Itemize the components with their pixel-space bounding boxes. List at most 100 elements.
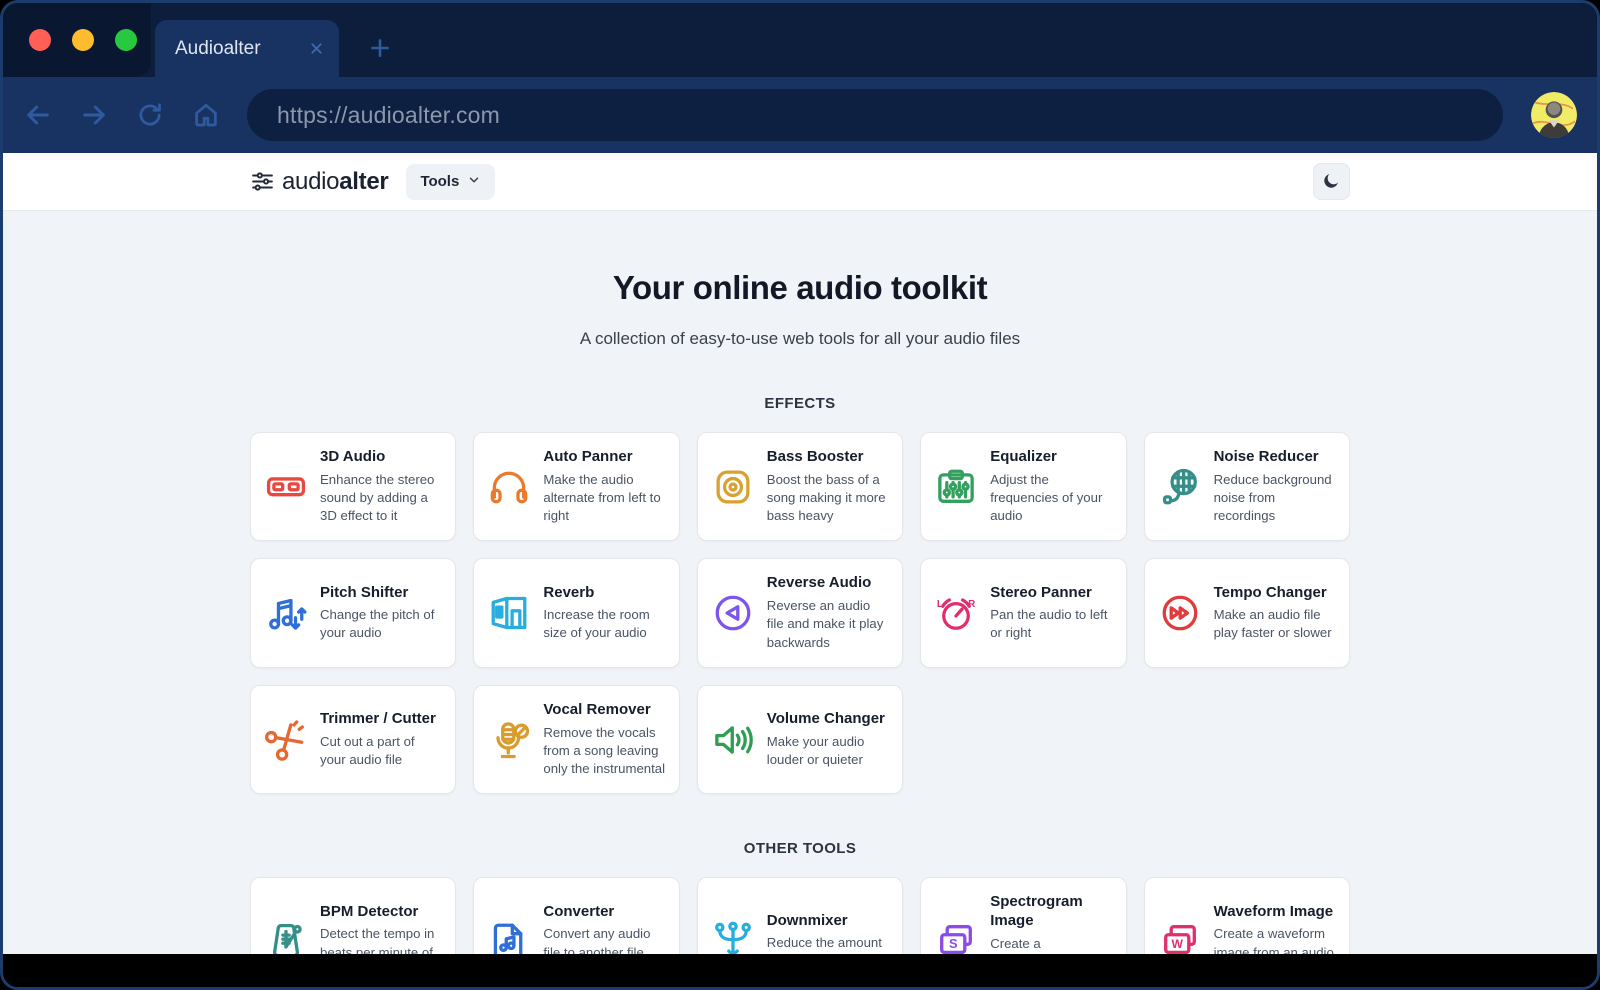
- merge-arrows-icon: [711, 919, 755, 954]
- tool-title: Spectrogram Image: [990, 893, 1112, 931]
- tool-card-pitch-shifter[interactable]: Pitch Shifter Change the pitch of your au…: [250, 558, 456, 667]
- speaker-waves-icon: [711, 718, 755, 762]
- profile-avatar[interactable]: [1531, 92, 1577, 138]
- tool-description: Create a waveform image from an audio fi…: [1214, 925, 1336, 954]
- headphones-icon: [487, 465, 531, 509]
- tool-card-reverb[interactable]: Reverb Increase the room size of your aud…: [473, 558, 679, 667]
- page-title: Your online audio toolkit: [3, 269, 1597, 307]
- svg-text:W: W: [1171, 937, 1183, 951]
- tab-bar: Audioalter: [3, 3, 1597, 77]
- web-page: audioalter Tools Your online audio toolk…: [3, 153, 1597, 954]
- effects-grid: 3D Audio Enhance the stereo sound by addi…: [250, 432, 1350, 794]
- minimize-window-button[interactable]: [72, 29, 94, 51]
- tool-title: Auto Panner: [543, 448, 665, 467]
- tool-card-3d-audio[interactable]: 3D Audio Enhance the stereo sound by addi…: [250, 432, 456, 541]
- tool-description: Convert any audio file to another file f…: [543, 925, 665, 954]
- tool-title: Pitch Shifter: [320, 584, 442, 603]
- tool-title: 3D Audio: [320, 448, 442, 467]
- site-logo[interactable]: audioalter: [250, 168, 388, 196]
- new-tab-icon[interactable]: [367, 35, 393, 61]
- site-header: audioalter Tools: [3, 153, 1597, 211]
- browser-tab[interactable]: Audioalter: [155, 20, 339, 77]
- tools-menu-button[interactable]: Tools: [406, 164, 495, 200]
- tool-card-noise-reducer[interactable]: Noise Reducer Reduce background noise fro…: [1144, 432, 1350, 541]
- glasses-3d-icon: [264, 465, 308, 509]
- frames-w-icon: W: [1158, 919, 1202, 954]
- scissors-icon: [264, 718, 308, 762]
- section-label-other-tools: OTHER TOOLS: [3, 840, 1597, 857]
- window-controls: [3, 3, 151, 77]
- frames-s-icon: S: [934, 919, 978, 954]
- reverse-circle-icon: [711, 591, 755, 635]
- tool-title: Trimmer / Cutter: [320, 710, 442, 729]
- tab-close-icon[interactable]: [308, 40, 325, 57]
- tool-title: Bass Booster: [767, 448, 889, 467]
- hero: Your online audio toolkit A collection o…: [3, 211, 1597, 349]
- stereo-knob-icon: LR: [934, 591, 978, 635]
- tool-card-spectrogram-image[interactable]: S Spectrogram Image Create a spectrogram i…: [920, 877, 1126, 954]
- tool-card-auto-panner[interactable]: Auto PannerMake the audio alternate from…: [473, 432, 679, 541]
- tool-card-tempo-changer[interactable]: Tempo ChangerMake an audio file play fas…: [1144, 558, 1350, 667]
- music-note-arrows-icon: [264, 591, 308, 635]
- forward-icon[interactable]: [77, 98, 111, 132]
- tab-title: Audioalter: [175, 38, 296, 60]
- tool-description: Enhance the stereo sound by adding a 3D …: [320, 471, 442, 526]
- tool-description: Remove the vocals from a song leaving on…: [543, 724, 665, 779]
- tool-title: Noise Reducer: [1214, 448, 1336, 467]
- tool-card-waveform-image[interactable]: W Waveform Image Create a waveform image f…: [1144, 877, 1350, 954]
- tool-card-converter[interactable]: Converter Convert any audio file to anoth…: [473, 877, 679, 954]
- tool-title: Converter: [543, 903, 665, 922]
- tool-description: Pan the audio to left or right: [990, 606, 1112, 642]
- tool-description: Increase the room size of your audio: [543, 606, 665, 642]
- back-icon[interactable]: [21, 98, 55, 132]
- tool-title: Volume Changer: [767, 710, 889, 729]
- tool-card-volume-changer[interactable]: Volume ChangerMake your audio louder or …: [697, 685, 903, 794]
- svg-text:L: L: [937, 599, 943, 610]
- tool-card-trimmer-cutter[interactable]: Trimmer / Cutter Cut out a part of your a…: [250, 685, 456, 794]
- microphone-off-icon: [487, 718, 531, 762]
- tool-description: Reduce the amount of audio channels: [767, 934, 889, 954]
- tool-title: Vocal Remover: [543, 701, 665, 720]
- browser-toolbar: https://audioalter.com: [3, 77, 1597, 153]
- tool-title: BPM Detector: [320, 903, 442, 922]
- tool-description: Detect the tempo in beats per minute of …: [320, 925, 442, 954]
- tool-description: Create a spectrogram image from an audio…: [990, 935, 1112, 954]
- home-icon[interactable]: [189, 98, 223, 132]
- tool-card-bpm-detector[interactable]: BPM Detector Detect the tempo in beats pe…: [250, 877, 456, 954]
- tool-card-equalizer[interactable]: EqualizerAdjust the frequencies of your …: [920, 432, 1126, 541]
- bass-speaker-icon: [711, 465, 755, 509]
- noise-microphone-icon: [1158, 465, 1202, 509]
- metronome-icon: [264, 919, 308, 954]
- reload-icon[interactable]: [133, 98, 167, 132]
- close-window-button[interactable]: [29, 29, 51, 51]
- tool-card-reverse-audio[interactable]: Reverse AudioReverse an audio file and m…: [697, 558, 903, 667]
- browser-window: Audioalter https://audioalter.co: [0, 0, 1600, 990]
- tool-title: Downmixer: [767, 912, 889, 931]
- page-subtitle: A collection of easy-to-use web tools fo…: [3, 329, 1597, 349]
- address-bar[interactable]: https://audioalter.com: [247, 89, 1503, 141]
- tool-description: Make an audio file play faster or slower: [1214, 606, 1336, 642]
- tool-title: Stereo Panner: [990, 584, 1112, 603]
- file-music-icon: [487, 919, 531, 954]
- chevron-down-icon: [467, 173, 481, 191]
- tool-description: Cut out a part of your audio file: [320, 733, 442, 769]
- tool-title: Waveform Image: [1214, 903, 1336, 922]
- tool-description: Change the pitch of your audio: [320, 606, 442, 642]
- other-tools-grid: BPM Detector Detect the tempo in beats pe…: [250, 877, 1350, 954]
- room-perspective-icon: [487, 591, 531, 635]
- tool-title: Reverse Audio: [767, 574, 889, 593]
- tool-title: Reverb: [543, 584, 665, 603]
- svg-text:R: R: [968, 599, 975, 610]
- fast-forward-circle-icon: [1158, 591, 1202, 635]
- url-text: https://audioalter.com: [277, 102, 500, 129]
- sliders-logo-icon: [250, 169, 275, 194]
- section-label-effects: EFFECTS: [3, 395, 1597, 412]
- tool-card-bass-booster[interactable]: Bass BoosterBoost the bass of a song mak…: [697, 432, 903, 541]
- tool-card-downmixer[interactable]: Downmixer Reduce the amount of audio chan…: [697, 877, 903, 954]
- maximize-window-button[interactable]: [115, 29, 137, 51]
- dark-mode-toggle[interactable]: [1313, 163, 1350, 200]
- tool-card-stereo-panner[interactable]: LRStereo PannerPan the audio to left or …: [920, 558, 1126, 667]
- bottom-bar: [3, 954, 1597, 987]
- tool-card-vocal-remover[interactable]: Vocal Remover Remove the vocals from a so…: [473, 685, 679, 794]
- tool-description: Reduce background noise from recordings: [1214, 471, 1336, 526]
